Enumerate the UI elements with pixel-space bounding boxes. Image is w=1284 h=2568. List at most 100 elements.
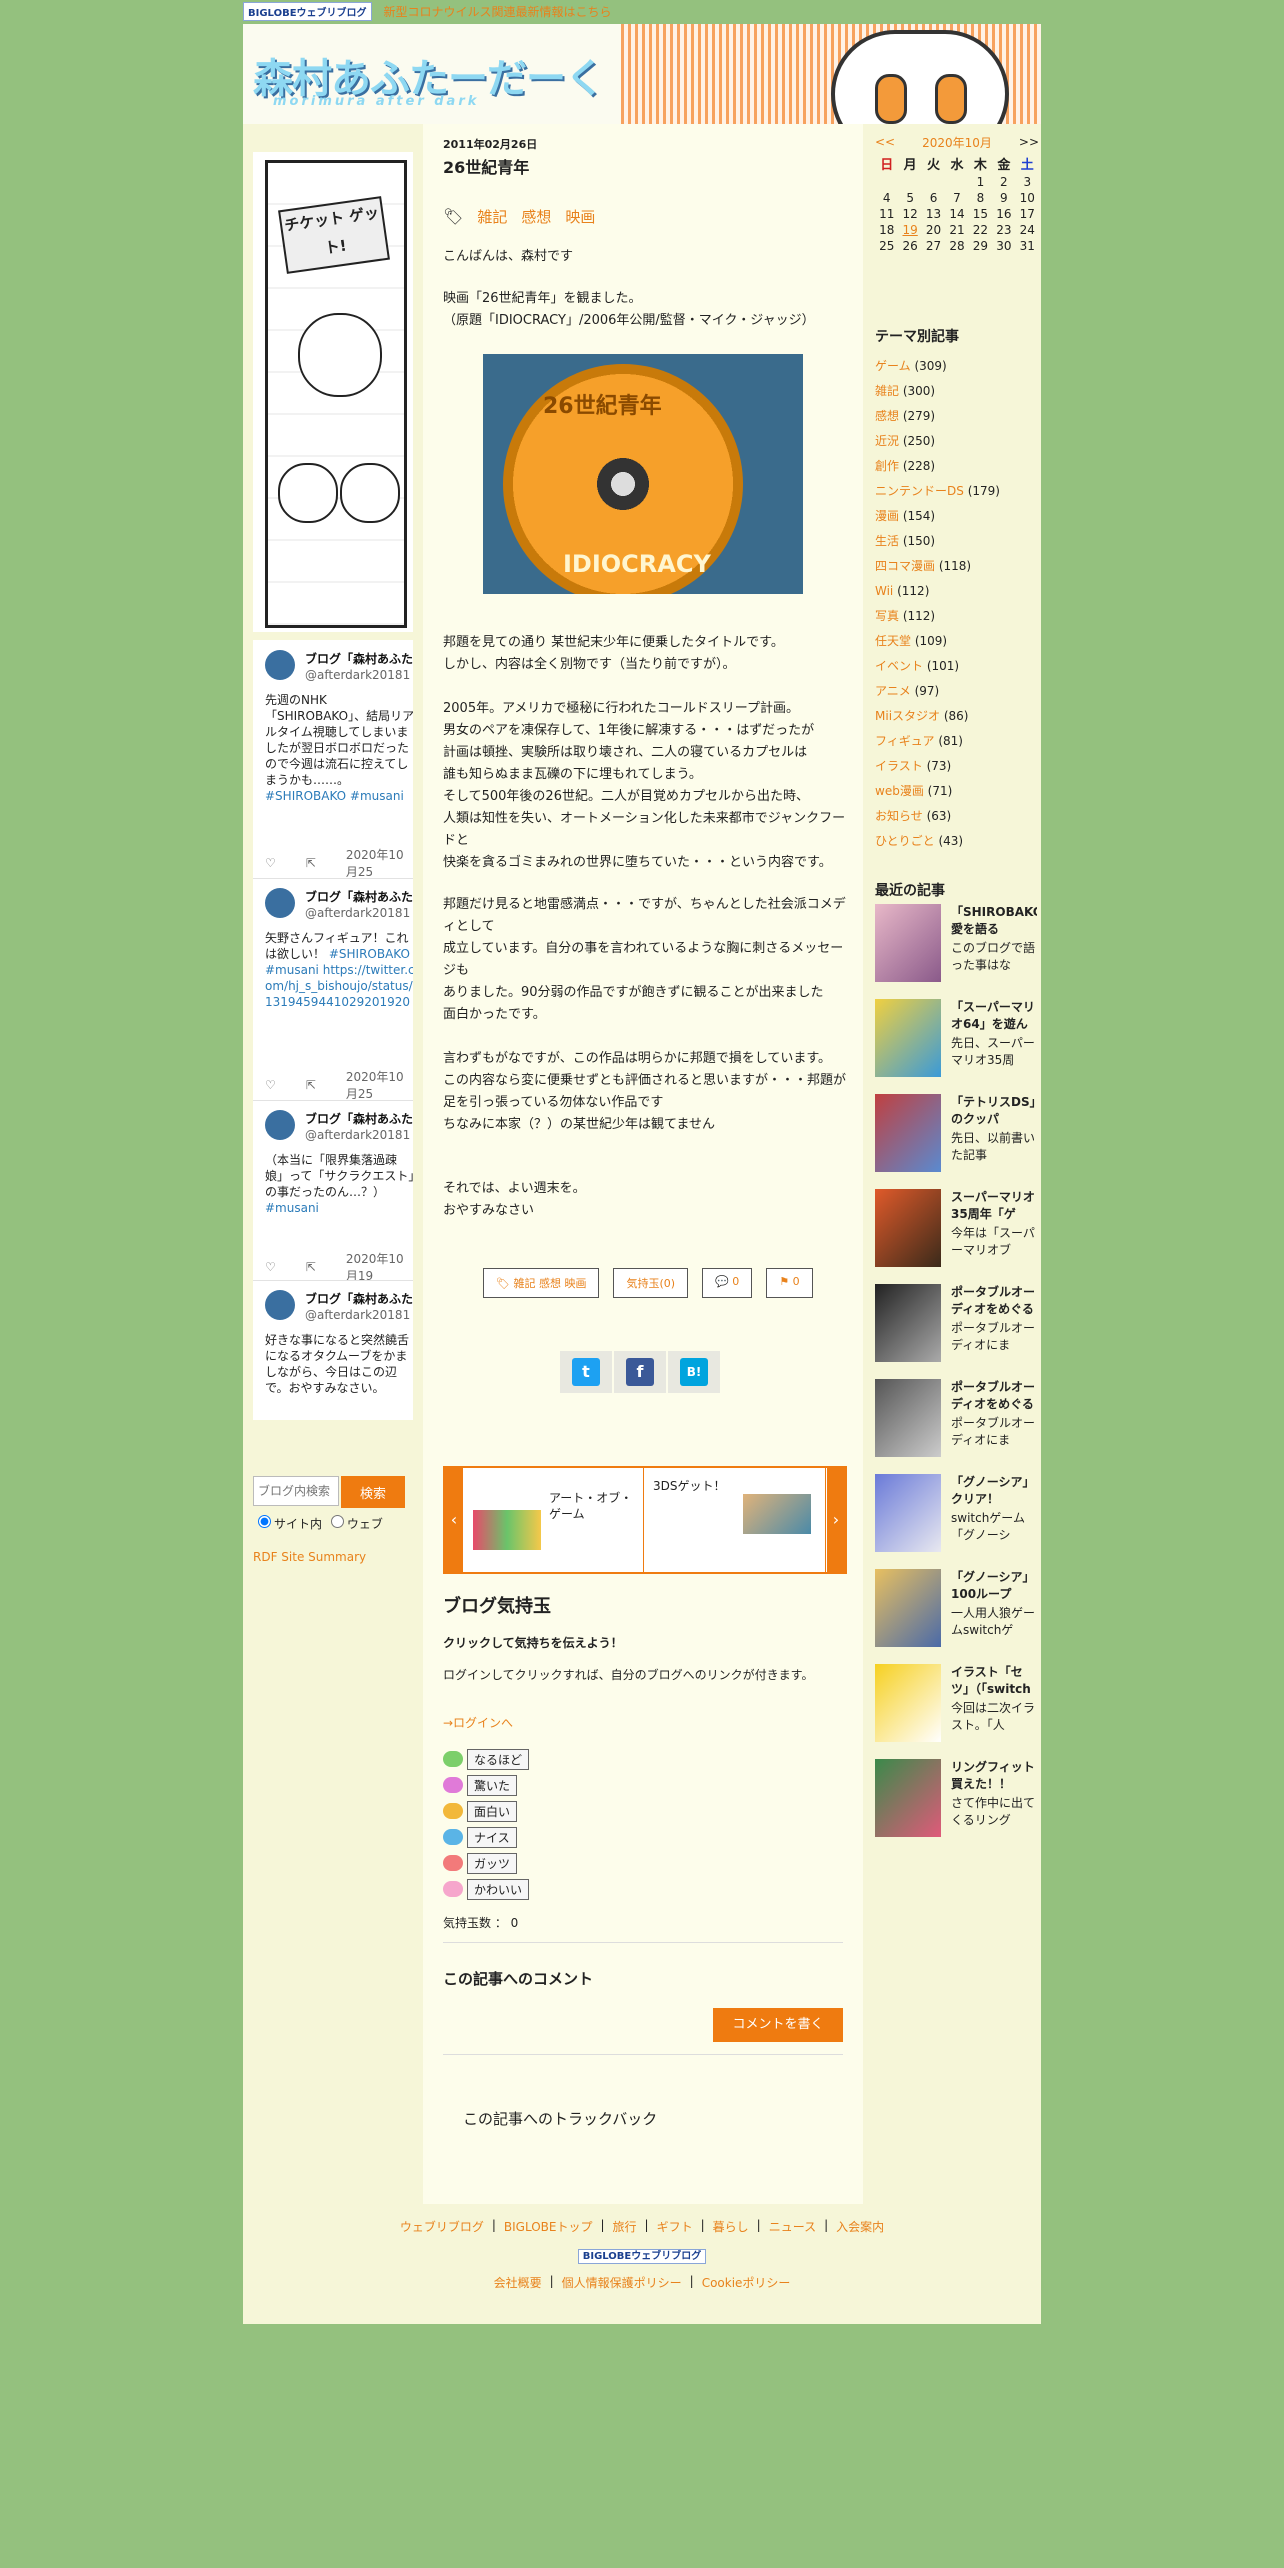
theme-link[interactable]: イラスト — [875, 759, 923, 773]
tweet[interactable]: ブログ「森村あふた @afterdark20181 矢野さんフィギュア！これは欲… — [253, 878, 413, 1101]
search-button[interactable]: 検索 — [341, 1476, 405, 1508]
recent-article-thumb[interactable] — [875, 1094, 941, 1172]
tweet-hashtags[interactable]: #SHIROBAKO #musani — [265, 789, 404, 803]
avatar[interactable] — [265, 650, 295, 680]
theme-link[interactable]: ゲーム — [875, 359, 911, 373]
recent-article-item[interactable]: ポータブルオーディオをめぐる ポータブルオーディオにま — [875, 1284, 1039, 1370]
tweet-author[interactable]: ブログ「森村あふた — [305, 1290, 413, 1307]
category-link[interactable]: 感想 — [521, 206, 551, 227]
recent-article-item[interactable]: ポータブルオーディオをめぐる ポータブルオーディオにま — [875, 1379, 1039, 1465]
theme-link[interactable]: 写真 — [875, 609, 899, 623]
tweet-author[interactable]: ブログ「森村あふた — [305, 888, 413, 905]
tweet-date[interactable]: 2020年10月25 — [346, 1068, 413, 1100]
theme-link[interactable]: Wii — [875, 584, 893, 598]
scope-site-radio[interactable] — [258, 1515, 271, 1528]
tweet-hashtags[interactable]: #musani — [265, 1201, 319, 1215]
category-link[interactable]: 雑記 — [477, 206, 507, 227]
calendar-day[interactable]: 29 — [969, 239, 992, 253]
tweet[interactable]: ブログ「森村あふた @afterdark20181 好きな事になると突然饒舌にな… — [253, 1280, 413, 1420]
avatar[interactable] — [265, 888, 295, 918]
footer-link[interactable]: 旅行 — [613, 2218, 637, 2235]
theme-link[interactable]: アニメ — [875, 684, 911, 698]
theme-link[interactable]: 漫画 — [875, 509, 899, 523]
theme-link[interactable]: イベント — [875, 659, 923, 673]
theme-link[interactable]: ニンテンドーDS — [875, 484, 964, 498]
calendar-day[interactable]: 27 — [922, 239, 945, 253]
calendar-day[interactable]: 22 — [969, 223, 992, 237]
login-link[interactable]: →ログインへ — [443, 1712, 853, 1734]
recent-article-item[interactable]: スーパーマリオ35周年「ゲ 今年は「スーパーマリオブ — [875, 1189, 1039, 1275]
recent-article-item[interactable]: 「スーパーマリオ64」を遊んだ先日、スーパーマリオ35周 — [875, 999, 1039, 1085]
recent-article-thumb[interactable] — [875, 1569, 941, 1647]
calendar-next-button[interactable]: >> — [1019, 135, 1039, 149]
footer-link[interactable]: 個人情報保護ポリシー — [562, 2274, 682, 2291]
calendar-day[interactable]: 1 — [969, 175, 992, 189]
recent-article-thumb[interactable] — [875, 999, 941, 1077]
recent-article-title[interactable]: ポータブルオーディオをめぐる — [951, 1379, 1037, 1413]
footer-biglobe-logo[interactable]: BIGLOBEウェブリブログ — [577, 2249, 707, 2264]
recent-article-title[interactable]: ポータブルオーディオをめぐる — [951, 1284, 1037, 1318]
calendar-day[interactable]: 15 — [969, 207, 992, 221]
recent-article-title[interactable]: 「グノーシア」100ループ — [951, 1569, 1037, 1603]
tweet-date[interactable]: 2020年10月19 — [346, 1250, 413, 1280]
footer-link[interactable]: 暮らし — [713, 2218, 749, 2235]
facebook-share-button[interactable]: f — [614, 1351, 666, 1393]
calendar-day[interactable]: 11 — [875, 207, 898, 221]
write-comment-button[interactable]: コメントを書く — [713, 2008, 843, 2042]
calendar-day[interactable]: 13 — [922, 207, 945, 221]
carousel-item[interactable]: 3DSゲット！ — [643, 1468, 826, 1572]
recent-article-item[interactable]: 「SHIROBAKO」愛を語るこのブログで語った事はな — [875, 904, 1039, 990]
recent-article-title[interactable]: 「スーパーマリオ64」を遊んだ — [951, 999, 1037, 1033]
tweet[interactable]: ブログ「森村あふた @afterdark20181 先週のNHK「SHIROBA… — [253, 640, 413, 879]
trackback-count-button[interactable]: ⚑ 0 — [766, 1268, 813, 1298]
calendar-day[interactable]: 16 — [992, 207, 1015, 221]
recent-article-item[interactable]: 「テトリスDS」のクッパ 先日、以前書いた記事 — [875, 1094, 1039, 1180]
share-icon[interactable]: ⇱ — [306, 1078, 316, 1092]
calendar-day[interactable]: 31 — [1016, 239, 1039, 253]
scope-web-radio[interactable] — [330, 1515, 344, 1528]
twitter-timeline[interactable]: ブログ「森村あふた @afterdark20181 先週のNHK「SHIROBA… — [253, 640, 413, 1420]
calendar-day[interactable]: 26 — [898, 239, 921, 253]
recent-article-title[interactable]: 「テトリスDS」のクッパ — [951, 1094, 1037, 1128]
tweet-author[interactable]: ブログ「森村あふた — [305, 650, 413, 667]
theme-link[interactable]: お知らせ — [875, 809, 923, 823]
footer-link[interactable]: Cookieポリシー — [702, 2274, 791, 2291]
theme-link[interactable]: フィギュア — [875, 734, 935, 748]
calendar-day[interactable]: 21 — [945, 223, 968, 237]
theme-link[interactable]: 任天堂 — [875, 634, 911, 648]
calendar-prev-button[interactable]: << — [875, 135, 895, 149]
hatena-bookmark-button[interactable]: B! — [668, 1351, 720, 1393]
tweet-date[interactable]: 2020年10月25 — [346, 846, 413, 878]
share-icon[interactable]: ⇱ — [306, 1260, 316, 1274]
recent-article-thumb[interactable] — [875, 1759, 941, 1837]
kimochi-omoshiroi-button[interactable]: 面白い — [467, 1800, 518, 1822]
calendar-day[interactable]: 24 — [1016, 223, 1039, 237]
footer-link[interactable]: ギフト — [657, 2218, 693, 2235]
recent-article-thumb[interactable] — [875, 904, 941, 982]
calendar-day[interactable]: 23 — [992, 223, 1015, 237]
tweet-handle[interactable]: @afterdark20181 — [305, 906, 410, 920]
calendar-day[interactable]: 20 — [922, 223, 945, 237]
comic-banner[interactable]: チケット ゲット! — [253, 152, 413, 632]
recent-article-title[interactable]: スーパーマリオ35周年「ゲ — [951, 1189, 1037, 1223]
calendar-day[interactable]: 25 — [875, 239, 898, 253]
calendar-day[interactable]: 9 — [992, 191, 1015, 205]
theme-link[interactable]: 四コマ漫画 — [875, 559, 935, 573]
category-tags-button[interactable]: 🏷 雑記 感想 映画 — [483, 1268, 600, 1298]
theme-link[interactable]: ひとりごと — [875, 834, 935, 848]
share-icon[interactable]: ⇱ — [306, 856, 316, 870]
kimochi-naruhodo-button[interactable]: なるほど — [467, 1748, 530, 1770]
biglobe-logo[interactable]: BIGLOBEウェブリブログ — [243, 1, 372, 21]
theme-link[interactable]: 雑記 — [875, 384, 899, 398]
recent-article-title[interactable]: リングフィット買えた！！ — [951, 1759, 1037, 1793]
recent-article-thumb[interactable] — [875, 1189, 941, 1267]
recent-article-item[interactable]: 「グノーシア」クリア！ switchゲーム「グノーシ — [875, 1474, 1039, 1560]
calendar-day[interactable]: 19 — [898, 223, 921, 237]
calendar-day[interactable]: 17 — [1016, 207, 1039, 221]
kimochi-guts-button[interactable]: ガッツ — [467, 1852, 518, 1874]
recent-article-item[interactable]: イラスト「セツ」（「switch 今回は二次イラスト。「人 — [875, 1664, 1039, 1750]
kimochi-kawaii-button[interactable]: かわいい — [467, 1878, 530, 1900]
calendar-day[interactable]: 14 — [945, 207, 968, 221]
calendar-day[interactable]: 18 — [875, 223, 898, 237]
calendar-day[interactable]: 4 — [875, 191, 898, 205]
